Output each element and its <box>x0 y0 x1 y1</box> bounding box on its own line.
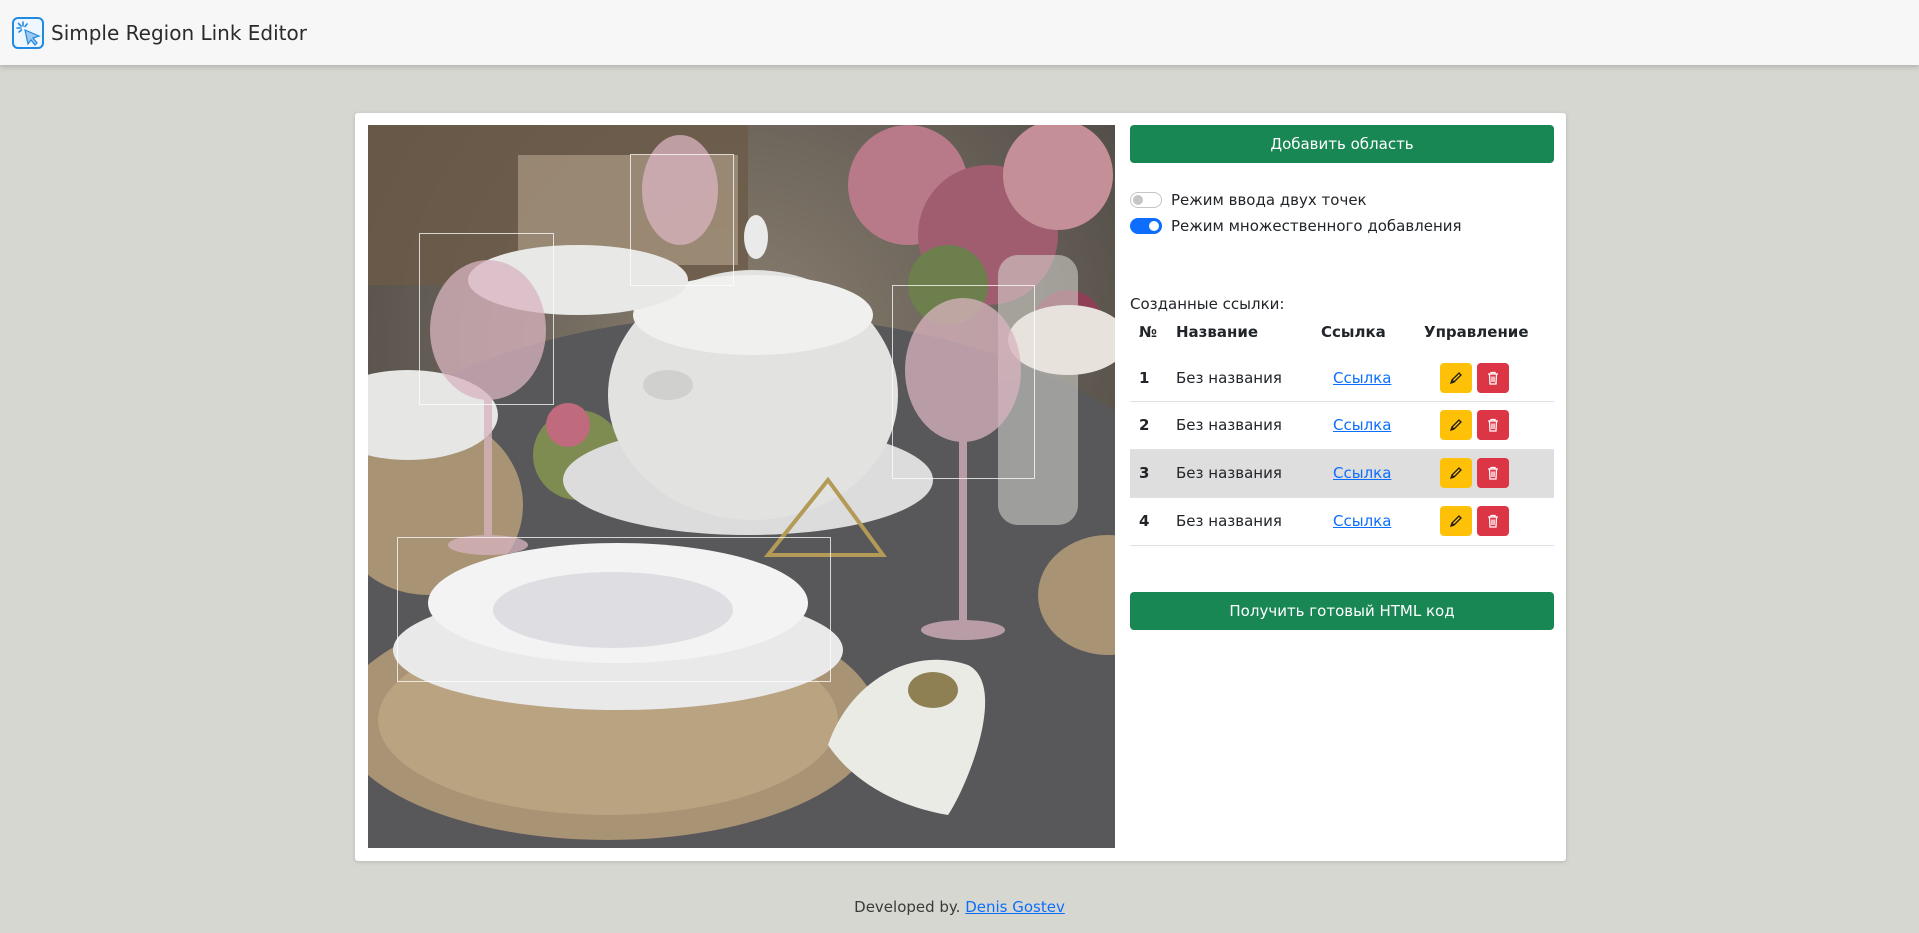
row-number: 1 <box>1139 369 1150 388</box>
trash-icon <box>1488 372 1498 385</box>
column-header-actions: Управление <box>1424 313 1554 354</box>
edit-button[interactable] <box>1440 506 1472 536</box>
row-number: 4 <box>1139 512 1150 530</box>
column-header-number: № <box>1130 313 1176 354</box>
delete-button[interactable] <box>1477 458 1509 488</box>
row-link[interactable]: Ссылка <box>1333 512 1391 530</box>
region-3[interactable] <box>892 285 1035 479</box>
toggle-switch-on[interactable] <box>1130 218 1162 234</box>
region-2[interactable] <box>630 154 734 286</box>
trash-icon <box>1488 466 1498 480</box>
row-name: Без названия <box>1176 464 1282 482</box>
row-link[interactable]: Ссылка <box>1333 464 1391 482</box>
toggle-label: Режим множественного добавления <box>1171 217 1462 235</box>
delete-button[interactable] <box>1477 506 1509 536</box>
author-link[interactable]: Denis Gostev <box>965 898 1065 916</box>
trash-icon <box>1488 418 1498 432</box>
delete-button[interactable] <box>1477 363 1509 394</box>
row-name: Без названия <box>1176 416 1282 434</box>
table-row[interactable]: 3 Без названия Ссылка <box>1130 449 1554 497</box>
app-title[interactable]: Simple Region Link Editor <box>51 21 307 45</box>
edit-button[interactable] <box>1440 363 1472 394</box>
created-links-heading: Созданные ссылки: <box>1130 295 1285 313</box>
cursor-click-icon <box>12 16 44 49</box>
add-region-button[interactable]: Добавить область <box>1130 125 1554 163</box>
pencil-icon <box>1449 372 1462 385</box>
table-row[interactable]: 4 Без названия Ссылка <box>1130 497 1554 545</box>
footer: Developed by. Denis Gostev <box>0 898 1919 916</box>
delete-button[interactable] <box>1477 410 1509 440</box>
footer-prefix: Developed by. <box>854 898 961 916</box>
navbar: Simple Region Link Editor <box>0 0 1919 65</box>
links-table: № Название Ссылка Управление 1 Без назва… <box>1130 313 1554 546</box>
table-row[interactable]: 2 Без названия Ссылка <box>1130 401 1554 449</box>
column-header-link: Ссылка <box>1321 313 1424 354</box>
pencil-icon <box>1449 467 1462 480</box>
row-name: Без названия <box>1176 512 1282 530</box>
row-link[interactable]: Ссылка <box>1333 416 1391 434</box>
edit-button[interactable] <box>1440 410 1472 440</box>
row-number: 3 <box>1139 464 1150 482</box>
two-point-mode-toggle[interactable]: Режим ввода двух точек <box>1130 187 1554 213</box>
row-link[interactable]: Ссылка <box>1333 369 1391 387</box>
table-row[interactable]: 1 Без названия Ссылка <box>1130 353 1554 401</box>
control-panel: Добавить область Режим ввода двух точек … <box>1130 125 1554 630</box>
multi-add-mode-toggle[interactable]: Режим множественного добавления <box>1130 213 1554 239</box>
toggle-label: Режим ввода двух точек <box>1171 191 1367 209</box>
pencil-icon <box>1449 419 1462 432</box>
region-1[interactable] <box>419 233 554 405</box>
row-number: 2 <box>1139 416 1150 434</box>
row-name: Без названия <box>1176 369 1282 388</box>
region-4[interactable] <box>397 537 831 682</box>
pencil-icon <box>1449 515 1462 528</box>
trash-icon <box>1488 514 1498 528</box>
column-header-name: Название <box>1176 313 1321 354</box>
editor-card: Добавить область Режим ввода двух точек … <box>355 113 1566 861</box>
get-html-code-button[interactable]: Получить готовый HTML код <box>1130 591 1554 630</box>
image-canvas[interactable] <box>368 125 1115 848</box>
toggle-switch-off[interactable] <box>1130 192 1162 208</box>
edit-button[interactable] <box>1440 458 1472 488</box>
